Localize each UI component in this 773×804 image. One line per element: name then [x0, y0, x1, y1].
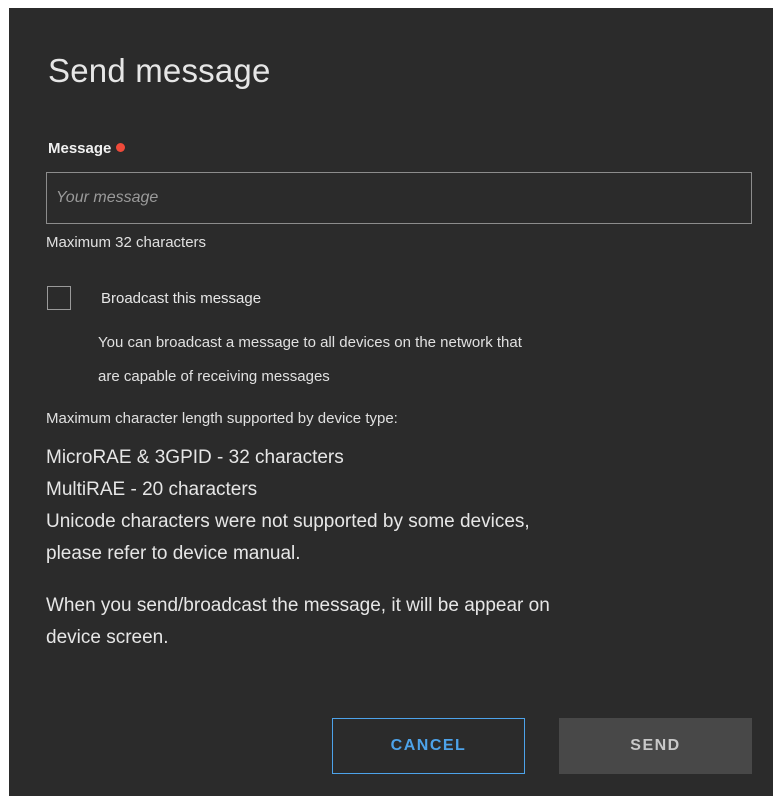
unicode-warning: Unicode characters were not supported by…	[46, 511, 530, 532]
broadcast-checkbox[interactable]	[47, 286, 71, 310]
cancel-button[interactable]: CANCEL	[332, 718, 525, 774]
broadcast-description-line: are capable of receiving messages	[98, 368, 330, 385]
broadcast-description-line: You can broadcast a message to all devic…	[98, 334, 522, 351]
message-field-label: Message	[48, 140, 126, 157]
device-limit-item: MultiRAE - 20 characters	[46, 479, 258, 500]
limits-heading: Maximum character length supported by de…	[46, 410, 398, 427]
dialog-title: Send message	[48, 52, 271, 89]
broadcast-description: You can broadcast a message to all devic…	[98, 326, 718, 394]
send-note: When you send/broadcast the message, it …	[46, 590, 746, 654]
broadcast-checkbox-label[interactable]: Broadcast this message	[101, 290, 261, 307]
device-limits-list: MicroRAE & 3GPID - 32 characters MultiRA…	[46, 442, 746, 570]
required-indicator-icon	[116, 143, 126, 152]
send-note-line: device screen.	[46, 627, 169, 648]
message-label-text: Message	[48, 140, 112, 157]
unicode-warning: please refer to device manual.	[46, 543, 301, 564]
message-max-hint: Maximum 32 characters	[46, 234, 207, 251]
send-message-dialog: Send message Message Maximum 32 characte…	[9, 8, 773, 796]
send-note-line: When you send/broadcast the message, it …	[46, 595, 550, 616]
message-input[interactable]	[46, 172, 752, 224]
send-button[interactable]: SEND	[559, 718, 752, 774]
device-limit-item: MicroRAE & 3GPID - 32 characters	[46, 447, 344, 468]
